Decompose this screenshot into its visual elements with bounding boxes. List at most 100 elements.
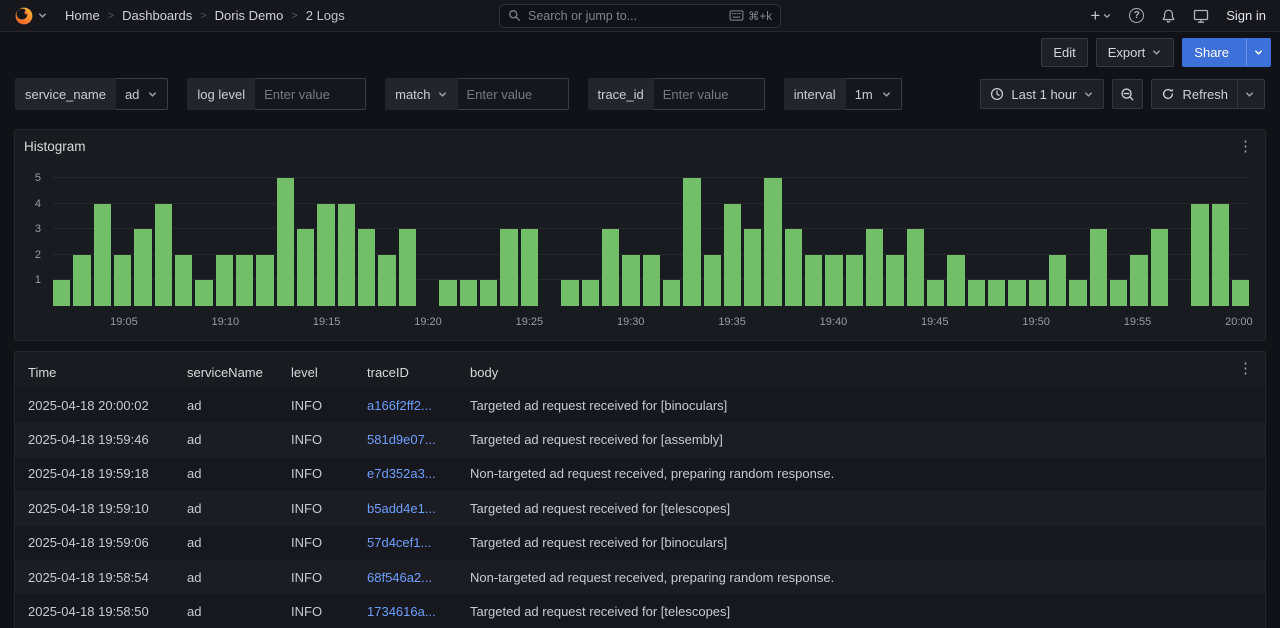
panel-menu-icon[interactable]: ⋮ [1233, 135, 1258, 157]
zoom-out-button[interactable] [1112, 79, 1143, 109]
refresh-button[interactable]: Refresh [1151, 79, 1265, 109]
histogram-bar[interactable] [236, 255, 253, 306]
histogram-bar[interactable] [399, 229, 416, 306]
histogram-bar[interactable] [764, 178, 781, 306]
trace-id-link[interactable]: 1734616a... [367, 604, 436, 619]
histogram-bar[interactable] [256, 255, 273, 306]
histogram-bar[interactable] [1069, 280, 1086, 306]
histogram-bar[interactable] [1232, 280, 1249, 306]
histogram-bar[interactable] [561, 280, 578, 306]
search-input[interactable] [528, 9, 722, 23]
histogram-bar[interactable] [1029, 280, 1046, 306]
share-menu-toggle[interactable] [1246, 39, 1270, 66]
trace-id-field[interactable] [654, 78, 765, 110]
match-label[interactable]: match [385, 78, 457, 110]
sign-in-button[interactable]: Sign in [1226, 8, 1266, 23]
export-button[interactable]: Export [1096, 38, 1175, 67]
histogram-bar[interactable] [175, 255, 192, 306]
column-header-body[interactable]: body [457, 356, 1265, 388]
histogram-bar[interactable] [216, 255, 233, 306]
histogram-bar[interactable] [1090, 229, 1107, 306]
histogram-bar[interactable] [927, 280, 944, 306]
histogram-bar[interactable] [805, 255, 822, 306]
histogram-bar[interactable] [988, 280, 1005, 306]
histogram-bar[interactable] [73, 255, 90, 306]
histogram-bar[interactable] [439, 280, 456, 306]
display-button[interactable] [1193, 8, 1209, 24]
histogram-bar[interactable] [582, 280, 599, 306]
histogram-bar[interactable] [1191, 204, 1208, 306]
column-header-level[interactable]: level [278, 356, 354, 388]
panel-menu-icon[interactable]: ⋮ [1233, 357, 1258, 379]
trace-id-link[interactable]: 581d9e07... [367, 432, 436, 447]
match-input[interactable] [467, 87, 559, 102]
histogram-bar[interactable] [521, 229, 538, 306]
histogram-bar[interactable] [683, 178, 700, 306]
time-range-picker[interactable]: Last 1 hour [980, 79, 1104, 109]
histogram-bar[interactable] [1212, 204, 1229, 306]
histogram-bar[interactable] [785, 229, 802, 306]
histogram-bar[interactable] [480, 280, 497, 306]
histogram-bar[interactable] [317, 204, 334, 306]
histogram-bar[interactable] [297, 229, 314, 306]
histogram-bar[interactable] [622, 255, 639, 306]
histogram-bar[interactable] [724, 204, 741, 306]
histogram-bar[interactable] [866, 229, 883, 306]
histogram-bar[interactable] [907, 229, 924, 306]
column-header-traceid[interactable]: traceID [354, 356, 457, 388]
breadcrumb-item[interactable]: Doris Demo [215, 8, 284, 23]
histogram-bar[interactable] [1008, 280, 1025, 306]
histogram-bar[interactable] [968, 280, 985, 306]
trace-id-link[interactable]: a166f2ff2... [367, 398, 432, 413]
service-name-select[interactable]: ad [116, 78, 168, 110]
histogram-bar[interactable] [378, 255, 395, 306]
trace-id-link[interactable]: 68f546a2... [367, 570, 432, 585]
histogram-bar[interactable] [277, 178, 294, 306]
share-label[interactable]: Share [1183, 39, 1240, 66]
histogram-bar[interactable] [602, 229, 619, 306]
trace-id-link[interactable]: 57d4cef1... [367, 535, 431, 550]
histogram-bar[interactable] [358, 229, 375, 306]
histogram-bar[interactable] [195, 280, 212, 306]
log-level-input[interactable] [264, 87, 356, 102]
histogram-bar[interactable] [500, 229, 517, 306]
breadcrumb-item[interactable]: Dashboards [122, 8, 192, 23]
histogram-bar[interactable] [1151, 229, 1168, 306]
notifications-button[interactable] [1161, 8, 1176, 24]
org-menu-toggle[interactable] [14, 6, 48, 26]
histogram-bar[interactable] [1130, 255, 1147, 306]
trace-id-link[interactable]: b5add4e1... [367, 501, 436, 516]
histogram-bar[interactable] [947, 255, 964, 306]
log-level-field[interactable] [255, 78, 366, 110]
histogram-bar[interactable] [744, 229, 761, 306]
refresh-interval-toggle[interactable] [1237, 80, 1255, 108]
histogram-bar[interactable] [53, 280, 70, 306]
trace-id-link[interactable]: e7d352a3... [367, 466, 436, 481]
edit-button[interactable]: Edit [1041, 38, 1087, 67]
share-button[interactable]: Share [1182, 38, 1271, 67]
histogram-bar[interactable] [134, 229, 151, 306]
new-menu-button[interactable]: + [1090, 7, 1112, 24]
histogram-bar[interactable] [1049, 255, 1066, 306]
match-field[interactable] [458, 78, 569, 110]
histogram-bar[interactable] [825, 255, 842, 306]
histogram-bar[interactable] [704, 255, 721, 306]
global-search[interactable]: ⌘+k [499, 4, 781, 28]
histogram-bar[interactable] [460, 280, 477, 306]
histogram-bar[interactable] [155, 204, 172, 306]
histogram-bar[interactable] [886, 255, 903, 306]
column-header-servicename[interactable]: serviceName [174, 356, 278, 388]
histogram-bar[interactable] [114, 255, 131, 306]
histogram-bar[interactable] [338, 204, 355, 306]
histogram-bar[interactable] [94, 204, 111, 306]
breadcrumb-item[interactable]: Home [65, 8, 100, 23]
interval-select[interactable]: 1m [846, 78, 902, 110]
column-header-time[interactable]: Time [15, 356, 174, 388]
histogram-bar[interactable] [846, 255, 863, 306]
trace-id-input[interactable] [663, 87, 755, 102]
histogram-bar[interactable] [1110, 280, 1127, 306]
help-button[interactable]: ? [1129, 8, 1144, 23]
histogram-panel-title[interactable]: Histogram [24, 139, 86, 154]
histogram-bar[interactable] [643, 255, 660, 306]
histogram-bar[interactable] [663, 280, 680, 306]
